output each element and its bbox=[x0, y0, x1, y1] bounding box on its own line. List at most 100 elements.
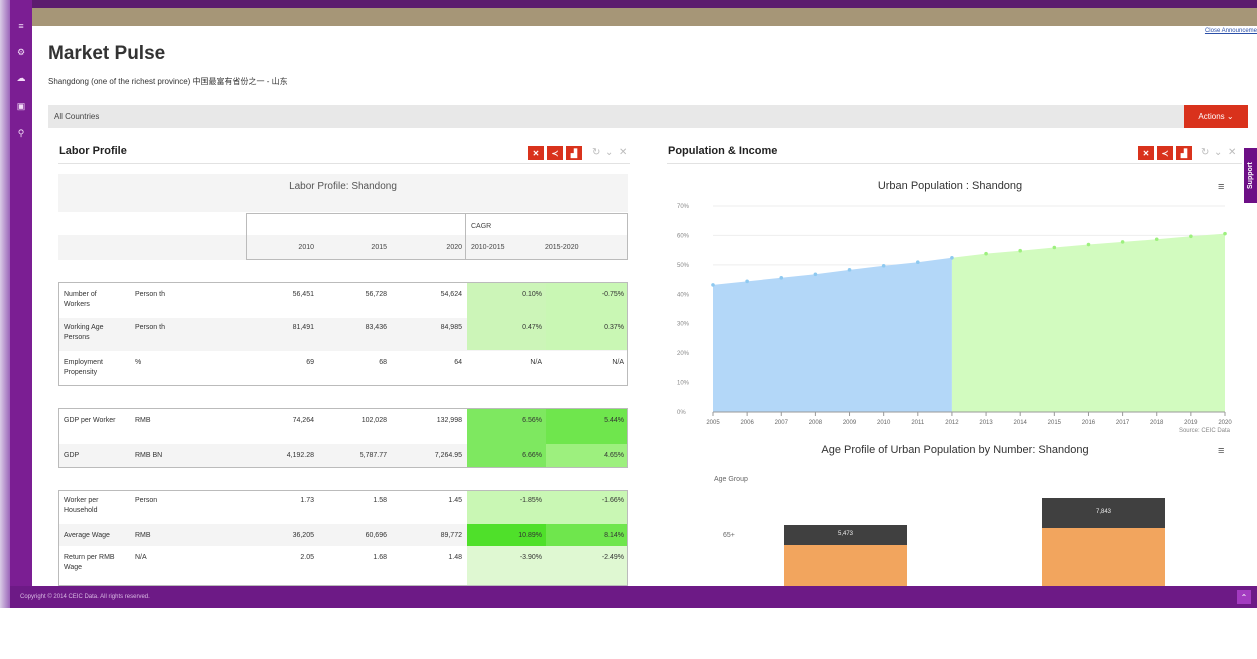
share-icon[interactable]: ≺ bbox=[547, 146, 563, 160]
menu-icon[interactable]: ≡ bbox=[14, 20, 28, 32]
data-point bbox=[1018, 248, 1022, 253]
x-tick-label: 2013 bbox=[979, 420, 993, 426]
value-cell: 84,985 bbox=[440, 324, 462, 331]
row-unit: RMB bbox=[135, 532, 151, 539]
x-tick-label: 2018 bbox=[1150, 420, 1164, 426]
cagr-period-header: 2010-2015 bbox=[471, 244, 505, 251]
value-cell: 83,436 bbox=[365, 324, 387, 331]
support-tab[interactable]: Support bbox=[1244, 148, 1257, 203]
urban-population-chart: 0% 10% 20% 30% 40% 50% 60% 70% 2005 2006 2007 2008 2… bbox=[677, 204, 1232, 426]
cagr-cell: -1.85% bbox=[519, 497, 542, 504]
data-point bbox=[1223, 231, 1227, 236]
data-point bbox=[745, 279, 749, 284]
value-cell: 69 bbox=[306, 359, 314, 366]
x-tick-label: 2008 bbox=[809, 420, 823, 426]
x-tick-label: 2015 bbox=[1048, 420, 1062, 426]
row-unit: Person th bbox=[135, 324, 165, 331]
data-point bbox=[1189, 234, 1193, 239]
cagr-cell: 0.37% bbox=[604, 324, 624, 331]
year-header: 2015 bbox=[371, 244, 387, 251]
cagr-cell-bg bbox=[546, 409, 627, 444]
cagr-cell-bg bbox=[546, 546, 627, 585]
x-tick-label: 2016 bbox=[1082, 420, 1096, 426]
page-title: Market Pulse bbox=[48, 43, 166, 64]
cagr-divider bbox=[465, 213, 466, 260]
expand-icon[interactable]: ✕ bbox=[528, 146, 544, 160]
cloud-icon[interactable]: ☁ bbox=[14, 72, 28, 84]
x-tick-label: 2017 bbox=[1116, 420, 1130, 426]
close-icon[interactable]: ✕ bbox=[1228, 147, 1236, 158]
y-tick-label: 70% bbox=[677, 204, 690, 210]
x-tick-label: 2019 bbox=[1184, 420, 1198, 426]
x-tick-label: 2014 bbox=[1014, 420, 1028, 426]
row-name: Number of Workers bbox=[64, 291, 97, 308]
row-name: Worker per Household bbox=[64, 497, 99, 514]
forecast-area bbox=[951, 233, 1225, 412]
y-tick-label: 30% bbox=[677, 322, 690, 328]
labor-table-title: Labor Profile: Shandong bbox=[289, 181, 397, 192]
year-header: 2020 bbox=[446, 244, 462, 251]
scroll-to-top-button[interactable]: ⌃ bbox=[1237, 590, 1251, 604]
briefcase-icon[interactable]: ▣ bbox=[14, 100, 28, 112]
row-unit: % bbox=[135, 359, 142, 366]
x-tick-label: 2010 bbox=[877, 420, 891, 426]
collapse-icon[interactable]: ⌄ bbox=[605, 147, 613, 158]
population-income-title: Population & Income bbox=[668, 145, 778, 157]
x-tick-label: 2020 bbox=[1218, 420, 1232, 426]
share-icon[interactable]: ≺ bbox=[1157, 146, 1173, 160]
value-cell: 1.73 bbox=[300, 497, 314, 504]
data-point bbox=[847, 268, 852, 272]
refresh-icon[interactable]: ↻ bbox=[1201, 147, 1209, 158]
close-icon[interactable]: ✕ bbox=[619, 147, 627, 158]
row-name: Return per RMB Wage bbox=[64, 554, 115, 571]
y-tick-label: 60% bbox=[677, 233, 690, 239]
top-bar bbox=[32, 0, 1257, 8]
data-point bbox=[779, 276, 784, 280]
expand-icon[interactable]: ✕ bbox=[1138, 146, 1154, 160]
row-name: Working Age Persons bbox=[64, 324, 104, 341]
value-cell: 1.58 bbox=[373, 497, 387, 504]
x-tick-label: 2006 bbox=[740, 420, 754, 426]
value-cell: 132,998 bbox=[436, 417, 462, 424]
cagr-label: CAGR bbox=[471, 223, 492, 230]
cagr-cell: 4.65% bbox=[604, 452, 624, 459]
data-point bbox=[916, 260, 920, 265]
row-unit: RMB BN bbox=[135, 452, 163, 459]
bar-chart-icon[interactable]: ▟ bbox=[566, 146, 582, 160]
data-point bbox=[711, 283, 715, 287]
refresh-icon[interactable]: ↻ bbox=[592, 147, 600, 158]
row-unit: N/A bbox=[135, 554, 147, 561]
close-announcement-link[interactable]: Close Announceme bbox=[1205, 28, 1257, 34]
panel-divider bbox=[58, 163, 630, 164]
data-point bbox=[1154, 237, 1159, 242]
bar-chart-icon[interactable]: ▟ bbox=[1176, 146, 1192, 160]
actions-button[interactable]: Actions ⌄ bbox=[1184, 105, 1248, 128]
value-cell: 2.05 bbox=[300, 554, 314, 561]
bar-data-label: 5,473 bbox=[837, 531, 853, 537]
collapse-icon[interactable]: ⌄ bbox=[1214, 147, 1222, 158]
chart-menu-icon[interactable]: ≡ bbox=[1218, 445, 1224, 457]
age-bar-under-2010 bbox=[784, 545, 907, 586]
value-cell: 102,028 bbox=[361, 417, 387, 424]
x-tick-label: 2007 bbox=[775, 420, 789, 426]
y-tick-label: 20% bbox=[677, 351, 690, 357]
gear-icon[interactable]: ⚙ bbox=[14, 46, 28, 58]
map-pin-icon[interactable]: ⚲ bbox=[14, 127, 28, 139]
page-subtitle: Shangdong (one of the richest province) … bbox=[48, 77, 288, 86]
value-cell: 64 bbox=[454, 359, 462, 366]
year-header-box bbox=[246, 213, 628, 260]
x-tick-label: 2011 bbox=[911, 420, 925, 426]
row-unit: RMB bbox=[135, 417, 151, 424]
y-tick-label: 10% bbox=[677, 381, 690, 387]
country-filter[interactable]: All Countries bbox=[54, 112, 99, 121]
screen: ≡ ⚙ ☁ ▣ ⚲ Close Announceme Market Pulse … bbox=[0, 0, 1257, 659]
value-cell: 68 bbox=[379, 359, 387, 366]
row-name: GDP bbox=[64, 452, 80, 459]
copyright-text: Copyright © 2014 CEIC Data. All rights r… bbox=[20, 594, 150, 600]
value-cell: 5,787.77 bbox=[359, 452, 387, 459]
cagr-cell: 0.10% bbox=[522, 291, 542, 298]
sidebar: ≡ ⚙ ☁ ▣ ⚲ bbox=[10, 0, 32, 608]
value-cell: 60,696 bbox=[365, 532, 387, 539]
value-cell: 54,624 bbox=[440, 291, 462, 298]
age-axis-label: Age Group bbox=[714, 476, 748, 483]
